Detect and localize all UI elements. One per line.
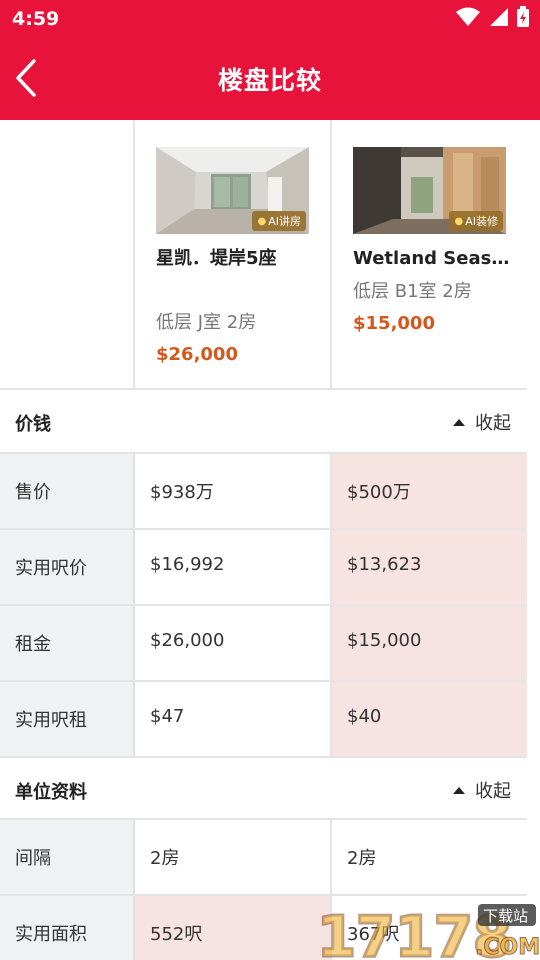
property-unit: 低层 B1室 2房 [353,281,472,302]
table-row: 售价 $938万 $500万 [0,452,527,528]
battery-icon [517,6,529,27]
svg-text:.COM: .COM [475,935,540,960]
microphone-icon: ● [257,215,267,227]
row-value: 2房 [135,820,332,894]
section-title: 价钱 [15,414,51,435]
ai-badge[interactable]: ● AI装修 [449,211,503,231]
property-name: 星凯．堤岸5座 [156,248,277,269]
page-title: 楼盘比较 [217,66,322,95]
row-label: 间隔 [0,820,135,894]
app-bar: 楼盘比较 [0,37,540,120]
status-bar: 4:59 [0,0,540,37]
property-price: $15,000 [353,313,435,334]
table-row: 实用呎价 $16,992 $13,623 [0,528,527,604]
row-label: 实用面积 [0,896,135,960]
collapse-button[interactable]: 收起 [453,409,511,435]
property-unit: 低层 J室 2房 [156,312,257,333]
row-value: $938万 [135,454,332,528]
row-value: $47 [135,682,332,756]
row-label: 实用呎价 [0,530,135,604]
status-icons [456,6,530,28]
wifi-icon [456,7,480,26]
row-value: 2房 [332,820,527,894]
row-label: 租金 [0,606,135,680]
table-row: 实用呎租 $47 $40 [0,680,527,756]
table-row: 间隔 2房 2房 [0,818,527,894]
section-title: 单位资料 [15,782,87,803]
triangle-up-icon [453,418,465,426]
property-card[interactable]: ● AI讲房 星凯．堤岸5座 低层 J室 2房 $26,000 [135,120,332,388]
header-spacer [0,120,135,388]
status-time: 4:59 [12,8,60,30]
cell-signal-icon [490,8,508,26]
row-value-highlighted: $13,623 [332,530,527,604]
row-value: $16,992 [135,530,332,604]
row-value-highlighted: 552呎 [135,896,332,960]
collapse-button[interactable]: 收起 [453,777,511,803]
property-price: $26,000 [156,344,238,365]
section-header-unit-info: 单位资料 收起 [0,756,527,818]
property-card[interactable]: ● AI装修 Wetland Seaso... 低层 B1室 2房 $15,00… [332,120,527,388]
ai-badge[interactable]: ● AI讲房 [252,211,306,231]
property-photo[interactable]: ● AI讲房 [156,147,309,234]
section-header-price: 价钱 收起 [0,390,527,452]
row-label: 实用呎租 [0,682,135,756]
triangle-up-icon [453,786,465,794]
table-row: 租金 $26,000 $15,000 [0,604,527,680]
svg-text:下载站: 下载站 [483,907,528,925]
watermark-logo: 17178 17178 下载站 .COM [315,898,540,960]
property-photo[interactable]: ● AI装修 [353,147,506,234]
property-compare-header: ● AI讲房 星凯．堤岸5座 低层 J室 2房 $26,000 ● AI装修 W… [0,120,527,390]
microphone-icon: ● [454,215,464,227]
row-value-highlighted: $40 [332,682,527,756]
row-value-highlighted: $500万 [332,454,527,528]
property-name: Wetland Seaso... [353,248,518,269]
row-label: 售价 [0,454,135,528]
row-value: $26,000 [135,606,332,680]
row-value-highlighted: $15,000 [332,606,527,680]
